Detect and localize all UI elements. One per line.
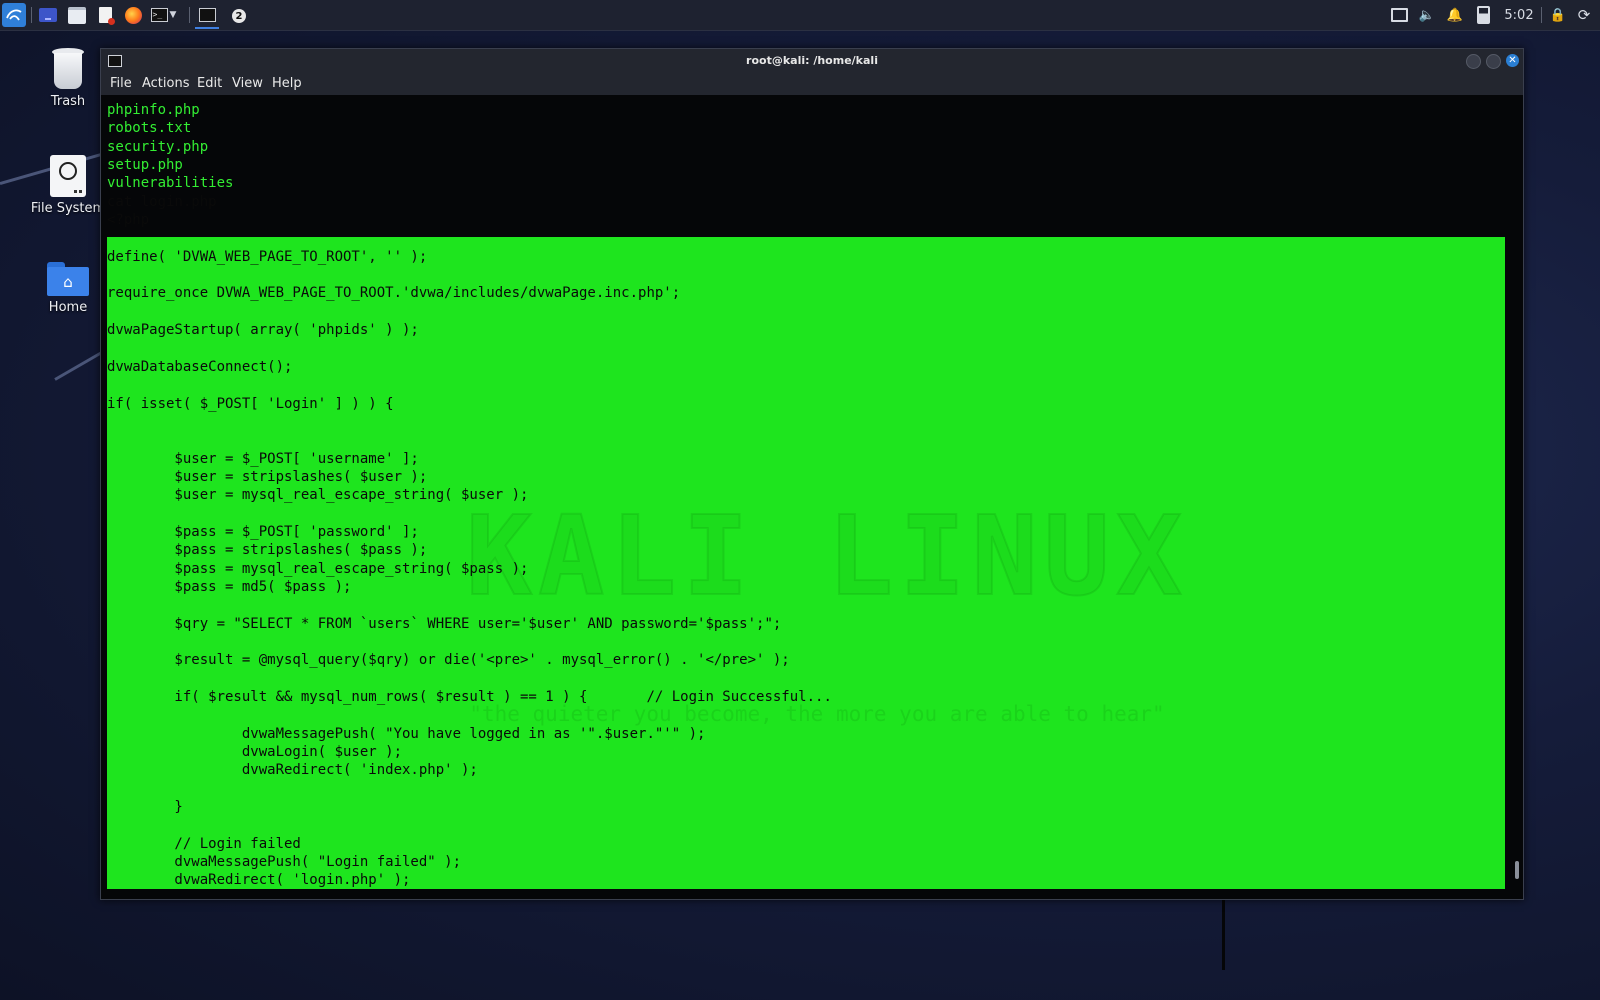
selected-line: $pass = stripslashes( $pass ); (107, 542, 428, 559)
selected-line (107, 229, 1505, 247)
selected-line (107, 670, 1505, 688)
notification-bell-icon[interactable]: 🔔 (1446, 3, 1464, 27)
terminal-line: vulnerabilities (107, 175, 234, 192)
selected-line: if( isset( $_POST[ 'Login' ] ) ) { (107, 395, 394, 412)
selected-line: define( 'DVWA_WEB_PAGE_TO_ROOT', '' ); (107, 248, 428, 265)
selected-line (107, 376, 1505, 394)
trash-icon (50, 48, 86, 90)
terminal-window-icon[interactable] (195, 3, 219, 29)
selected-line: if( $result && mysql_num_rows( $result )… (107, 689, 832, 705)
maximize-button[interactable] (1486, 54, 1501, 69)
desktop-icon-trash[interactable]: Trash (28, 48, 108, 109)
display-icon[interactable] (1390, 3, 1408, 27)
selected-line: dvwaPageStartup( array( 'phpids' ) ); (107, 322, 419, 339)
menu-edit[interactable]: Edit (197, 76, 222, 91)
selected-line (107, 596, 1505, 614)
wallpaper-line (1222, 900, 1225, 970)
selected-line: dvwaRedirect( 'login.php' ); (107, 872, 411, 889)
scrollbar-thumb[interactable] (1515, 861, 1519, 879)
taskbar-separator (189, 7, 190, 23)
close-button[interactable]: ✕ (1506, 54, 1519, 67)
terminal-lines: phpinfo.php robots.txt security.php setu… (107, 101, 1505, 889)
dropdown-chevron-icon[interactable]: ▼ (166, 3, 180, 27)
selected-line: <?php (107, 212, 150, 229)
menu-file[interactable]: File (110, 76, 132, 91)
text-editor-icon[interactable] (93, 3, 117, 27)
battery-icon[interactable] (1474, 3, 1492, 27)
selected-line: $pass = $_POST[ 'password' ]; (107, 523, 419, 540)
selected-line: dvwaMessagePush( "You have logged in as … (107, 725, 706, 742)
selected-line: $user = $_POST[ 'username' ]; (107, 450, 419, 467)
desktop-icon-label: Home (48, 300, 88, 315)
drive-icon (50, 155, 86, 197)
power-icon[interactable]: ⟳ (1574, 3, 1594, 27)
taskbar: >_ ▼ 2 🔈 🔔 5:02 🔒 ⟳ (0, 0, 1600, 31)
selected-line (107, 633, 1505, 651)
selected-line (107, 303, 1505, 321)
taskbar-separator (1541, 7, 1542, 23)
selected-line: $pass = mysql_real_escape_string( $pass … (107, 560, 529, 577)
selected-line: $qry = "SELECT * FROM `users` WHERE user… (107, 615, 782, 632)
selected-line: $user = mysql_real_escape_string( $user … (107, 487, 529, 504)
selected-line: $result = @mysql_query($qry) or die('<pr… (107, 652, 790, 669)
selected-line (107, 505, 1505, 523)
workspace-badge[interactable]: 2 (232, 9, 246, 23)
selected-line: } (107, 799, 183, 816)
selected-line (107, 816, 1505, 834)
selected-line (107, 431, 1505, 449)
desktop-icon-label: Trash (50, 94, 86, 109)
window-titlebar[interactable]: root@kali: /home/kali ✕ (101, 49, 1523, 73)
desktop-icon-file-system[interactable]: File System (28, 155, 108, 216)
selected-line (107, 780, 1505, 798)
kali-menu-icon[interactable] (2, 3, 26, 27)
terminal-window: root@kali: /home/kali ✕ File Actions Edi… (100, 48, 1524, 900)
selected-line: $user = stripslashes( $user ); (107, 468, 428, 485)
selected-line: $pass = md5( $pass ); (107, 578, 352, 595)
terminal-output[interactable]: KALI LINUX "the quieter you become, the … (107, 97, 1505, 889)
menu-help[interactable]: Help (272, 76, 302, 91)
selected-line: require_once DVWA_WEB_PAGE_TO_ROOT.'dvwa… (107, 285, 681, 302)
window-title: root@kali: /home/kali (746, 54, 878, 67)
selected-line (107, 706, 1505, 724)
firefox-icon[interactable] (121, 3, 145, 27)
menu-actions[interactable]: Actions (142, 76, 190, 91)
menu-view[interactable]: View (232, 76, 263, 91)
terminal-line: phpinfo.php (107, 102, 200, 118)
lock-icon[interactable]: 🔒 (1548, 3, 1568, 27)
selected-line (107, 339, 1505, 357)
selected-line: dvwaMessagePush( "Login failed" ); (107, 854, 462, 871)
clock[interactable]: 5:02 (1500, 3, 1538, 27)
workspace-icon[interactable] (36, 3, 60, 27)
selected-line: dvwaRedirect( 'index.php' ); (107, 762, 478, 779)
selected-line (107, 266, 1505, 284)
minimize-button[interactable] (1466, 54, 1481, 69)
selected-line: dvwaLogin( $user ); (107, 744, 403, 761)
terminal-line: setup.php (107, 157, 183, 174)
selected-line (107, 413, 1505, 431)
terminal-line: robots.txt (107, 120, 192, 137)
terminal-scrollbar[interactable] (1513, 97, 1519, 889)
file-manager-icon[interactable] (65, 3, 89, 27)
desktop-icon-label: File System (30, 201, 106, 216)
selected-line: dvwaDatabaseConnect(); (107, 358, 293, 375)
taskbar-separator (31, 7, 32, 23)
desktop-icon-home[interactable]: ⌂ Home (28, 262, 108, 315)
volume-icon[interactable]: 🔈 (1418, 3, 1436, 27)
selected-line: // Login failed (107, 835, 301, 852)
selected-line: cat login.php (107, 193, 217, 210)
terminal-line: security.php (107, 138, 209, 155)
home-folder-icon: ⌂ (47, 262, 89, 296)
menu-bar: File Actions Edit View Help (101, 73, 1523, 95)
